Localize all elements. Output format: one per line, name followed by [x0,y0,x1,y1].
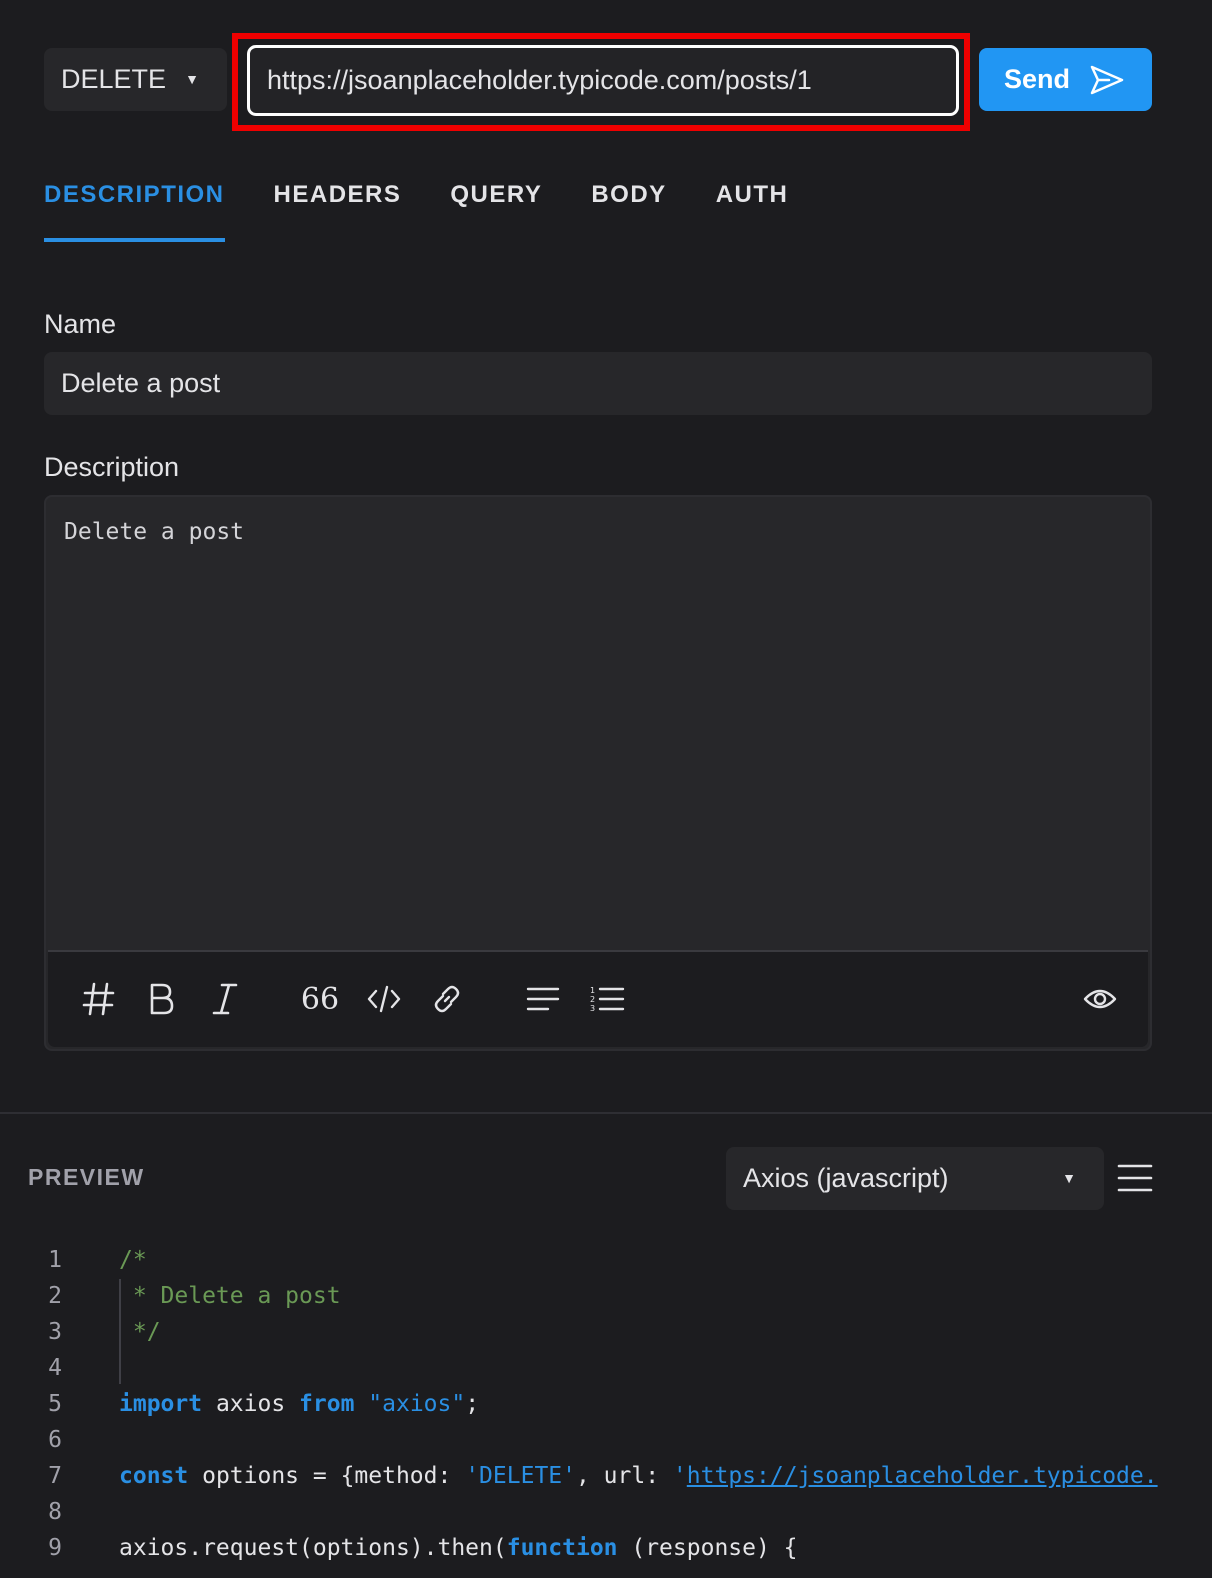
code-line: 1 /* [0,1242,1212,1278]
line-number: 6 [48,1427,62,1453]
code-line: 9 axios.request(options).then(function (r… [0,1530,1212,1566]
request-tabs: DESCRIPTION HEADERS QUERY BODY AUTH [44,176,837,242]
code-token: (response) { [617,1535,798,1561]
bullet-list-icon[interactable] [522,978,564,1020]
line-number: 3 [48,1319,62,1345]
code-token: axios [202,1391,300,1417]
italic-icon[interactable] [204,978,246,1020]
code-token: */ [119,1319,161,1345]
bold-icon[interactable] [140,978,182,1020]
send-icon [1090,65,1124,95]
code-url-link[interactable]: https://jsoanplaceholder.typicode. [687,1463,1158,1489]
code-token: "axios" [368,1391,466,1417]
url-input[interactable] [247,45,959,116]
tab-body[interactable]: BODY [591,176,666,242]
code-line: 2 * Delete a post [0,1278,1212,1314]
line-number: 1 [48,1247,62,1273]
svg-text:1: 1 [590,986,595,995]
quote-icon[interactable]: 66 [299,978,341,1020]
line-number: 5 [48,1391,62,1417]
code-token: * Delete a post [119,1283,341,1309]
name-label: Name [44,309,117,339]
preview-eye-icon[interactable] [1079,978,1121,1020]
send-button[interactable]: Send [979,48,1152,111]
name-input[interactable] [44,352,1152,415]
code-token: from [299,1391,355,1417]
code-token: import [119,1391,203,1417]
link-icon[interactable] [426,978,468,1020]
code-line: 4 [0,1350,1212,1386]
line-number: 9 [48,1535,62,1561]
chevron-down-icon: ▼ [185,71,199,87]
code-line: 7 const options = {method: 'DELETE', url:… [0,1458,1212,1494]
code-text: const options = {method: 'DELETE', url: … [119,1458,1158,1494]
line-number: 4 [48,1355,62,1381]
language-value: Axios (javascript) [743,1163,949,1193]
code-token: , url: [575,1463,673,1489]
line-number: 2 [48,1283,62,1309]
tab-query[interactable]: QUERY [450,176,542,242]
code-icon[interactable] [363,978,405,1020]
description-textarea[interactable]: Delete a post [64,519,1124,929]
description-label: Description [44,452,180,482]
code-preview: 1/* 2 * Delete a post 3 */4 5 import axios f… [0,1240,1212,1578]
code-token: ' [672,1463,687,1489]
request-editor: DELETE ▼ Send DESCRIPTION HEADERS QUERY … [0,0,1212,1578]
code-token: 'DELETE' [465,1463,576,1489]
code-line: 6 [0,1422,1212,1458]
method-value: DELETE [61,64,167,94]
code-token: /* [119,1247,147,1273]
code-text: */ [119,1314,161,1350]
code-line: 8 [0,1494,1212,1530]
code-token: options = {method: [188,1463,466,1489]
tab-auth[interactable]: AUTH [716,176,789,242]
svg-text:2: 2 [590,995,595,1004]
line-number: 8 [48,1499,62,1525]
code-token: const [119,1463,189,1489]
code-text: * Delete a post [119,1278,341,1314]
tab-description[interactable]: DESCRIPTION [44,176,225,242]
language-select[interactable]: Axios (javascript) ▼ [726,1147,1104,1210]
line-number: 7 [48,1463,62,1489]
code-line: 5 import axios from "axios"; [0,1386,1212,1422]
svg-text:3: 3 [590,1004,595,1013]
numbered-list-icon[interactable]: 123 [586,978,628,1020]
code-token: ; [465,1391,480,1417]
markdown-toolbar: 66 123 [48,950,1148,1047]
preview-label: PREVIEW [28,1164,145,1190]
code-text: import axios from "axios"; [119,1386,479,1422]
description-editor: Delete a post 66 123 [44,495,1152,1051]
tab-headers[interactable]: HEADERS [274,176,402,242]
section-divider [0,1112,1212,1114]
code-token: function [506,1535,618,1561]
chevron-down-icon: ▼ [1062,1170,1076,1186]
heading-icon[interactable] [78,978,120,1020]
code-text: axios.request(options).then(function (re… [119,1530,798,1566]
send-label: Send [1004,64,1071,94]
code-text: /* [119,1242,147,1278]
code-line: 3 */ [0,1314,1212,1350]
method-select[interactable]: DELETE ▼ [44,48,227,111]
code-token: axios.request(options).then( [119,1535,507,1561]
hamburger-menu-icon[interactable] [1117,1162,1153,1199]
